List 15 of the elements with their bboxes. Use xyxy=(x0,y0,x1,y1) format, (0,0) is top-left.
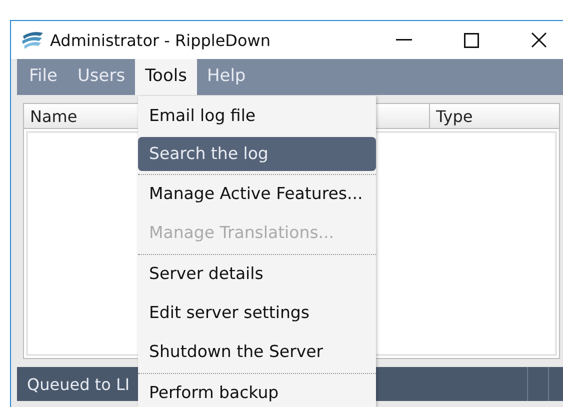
menu-option[interactable]: Search the log xyxy=(138,137,376,171)
column-header[interactable]: Type xyxy=(429,104,559,128)
menu-item[interactable]: Tools xyxy=(135,59,197,95)
menu-option[interactable]: Perform backup xyxy=(138,375,376,407)
menu-option[interactable]: Shutdown the Server xyxy=(138,334,376,373)
maximize-icon[interactable] xyxy=(464,32,479,48)
menu-option[interactable]: Email log file xyxy=(138,98,376,137)
menu-option[interactable]: Manage Active Features... xyxy=(138,176,376,215)
minimize-icon[interactable] xyxy=(396,39,412,41)
app-logo-icon xyxy=(21,30,45,50)
window-title: Administrator - RippleDown xyxy=(50,30,271,50)
close-icon[interactable] xyxy=(531,32,547,48)
status-text: Queued to LI xyxy=(26,374,130,394)
menu-option[interactable]: Server details xyxy=(138,256,376,295)
menu-option[interactable]: Edit server settings xyxy=(138,295,376,334)
